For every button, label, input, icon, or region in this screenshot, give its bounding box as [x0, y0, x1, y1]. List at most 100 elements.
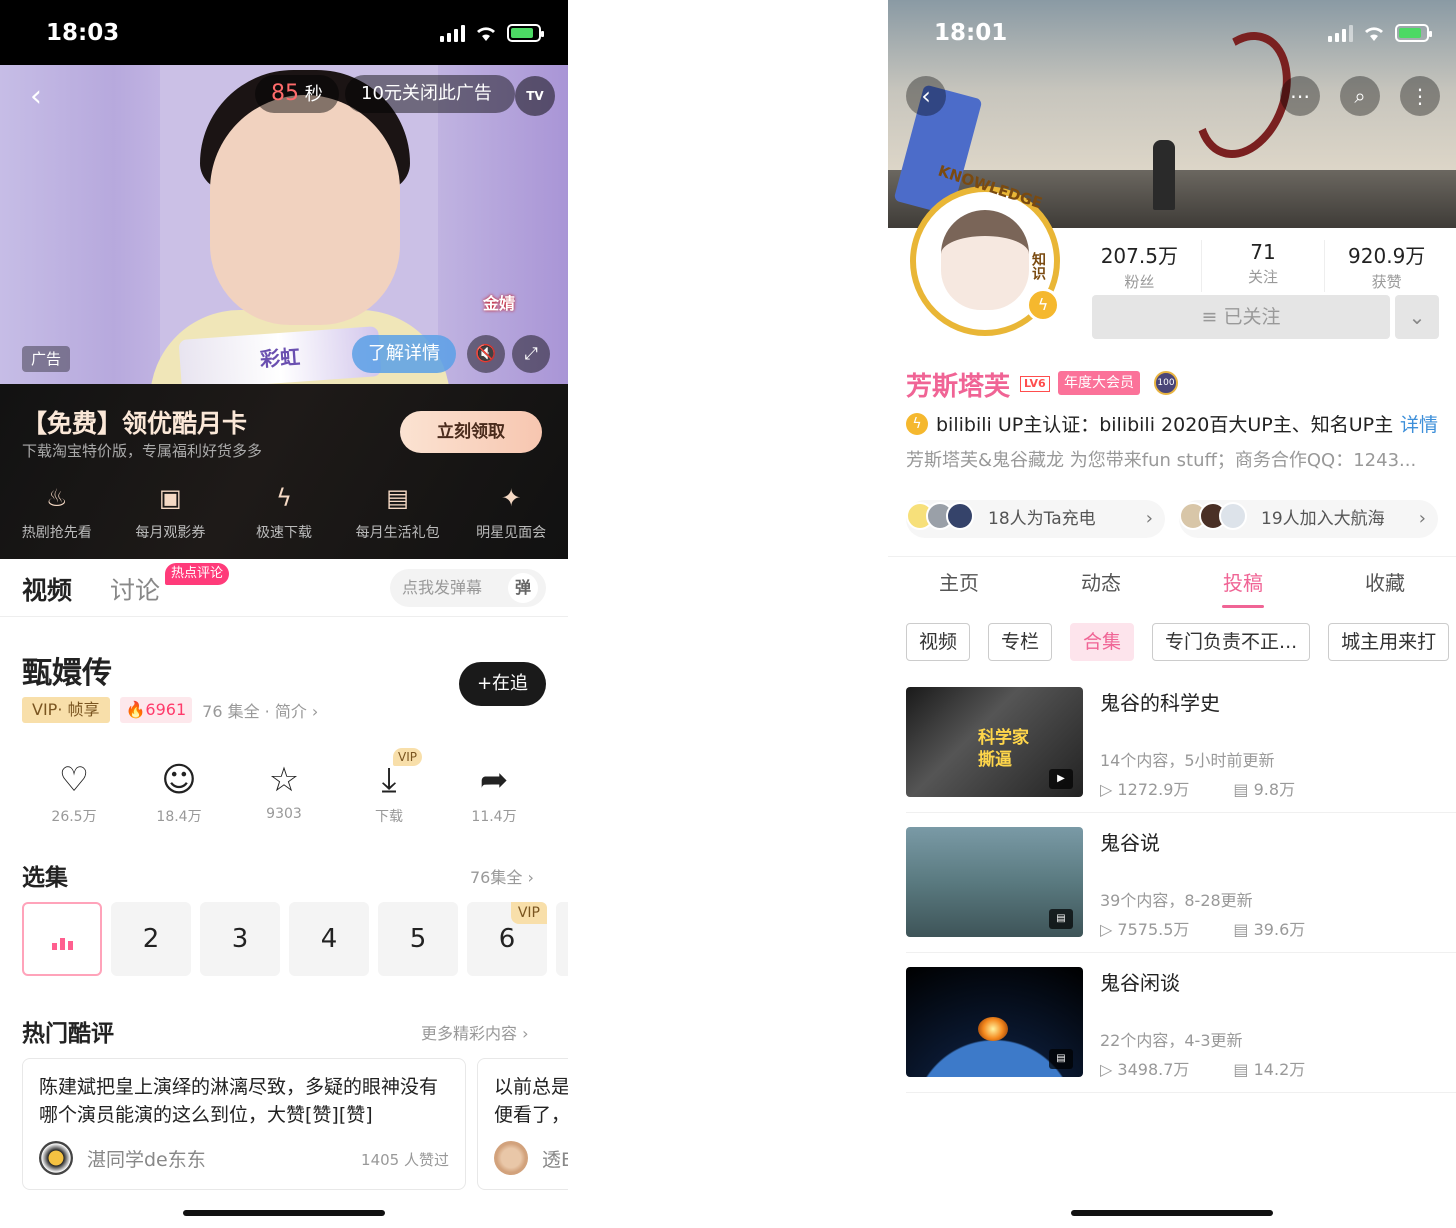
follow-show-button[interactable]: +在追	[459, 662, 546, 706]
playing-icon	[52, 938, 73, 950]
chevron-right-icon: ›	[1145, 508, 1153, 529]
review-user: 透E	[542, 1149, 568, 1171]
tab-home[interactable]: 主页	[888, 557, 1030, 612]
bio[interactable]: 芳斯塔芙&鬼谷藏龙 为您带来fun stuff；商务合作QQ：1243...	[906, 446, 1416, 472]
close-ad-button[interactable]: 10元关闭此广告	[345, 75, 515, 113]
hot-comment-badge: 热点评论	[165, 563, 230, 585]
star-icon: ☆	[268, 760, 300, 800]
collection-item[interactable]: 科学家撕逼 ▶ 鬼谷的科学史 14个内容，5小时前更新 ▷ 1272.9万 ▤ …	[906, 687, 1456, 799]
chip-video[interactable]: 视频	[906, 623, 971, 661]
home-indicator	[183, 1210, 385, 1216]
download-button[interactable]: VIP ⤓ 下载	[337, 748, 441, 826]
play-icon: ▤	[1049, 1049, 1073, 1069]
verification-row: ϟ bilibili UP主认证：bilibili 2020百大UP主、知名UP…	[906, 410, 1438, 437]
perk-item[interactable]: ✦ 明星见面会	[454, 482, 568, 542]
ad-video-player[interactable]: 彩虹 金婧 ‹ 85 秒 10元关闭此广告 TV 广告 了解详情 🔇 ⤢	[0, 65, 568, 384]
action-bar: ♡ 26.5万 ☺ 18.4万 ☆ 9303 VIP ⤓ 下载 ➦ 11.4万	[22, 748, 546, 826]
all-episodes-link[interactable]: 76集全 ›	[470, 864, 534, 888]
tv-cast-icon[interactable]: TV	[515, 76, 555, 116]
episode-item[interactable]: 6 VIP	[467, 902, 547, 976]
vip-promo-banner[interactable]: 【免费】领优酷月卡 下载淘宝特价版，专属福利好货多多 立刻领取 ♨ 热剧抢先看 ▣…	[0, 384, 568, 559]
vip-badge: VIP	[393, 748, 422, 766]
collection-thumbnail: 科学家撕逼 ▶	[906, 687, 1083, 797]
review-card[interactable]: 以前总是便看了， 透E	[477, 1058, 568, 1190]
review-likes: 1405 人赞过	[361, 1151, 449, 1169]
avatar	[494, 1141, 528, 1175]
signal-icon	[440, 24, 465, 42]
verification-detail-link[interactable]: 详情	[1400, 410, 1438, 437]
play-icon: ▶	[1049, 769, 1073, 789]
gift-icon: ▤	[386, 484, 409, 512]
fullscreen-icon[interactable]: ⤢	[512, 335, 550, 373]
vip-tag: VIP· 帧享	[22, 697, 110, 723]
perk-item[interactable]: ▤ 每月生活礼包	[341, 482, 455, 542]
play-count-icon: ▷	[1100, 1060, 1113, 1079]
content-tabs: 视频 讨论 热点评论 点我发弹幕 弹	[0, 559, 568, 617]
episode-item[interactable]: 3	[200, 902, 280, 976]
learn-more-button[interactable]: 了解详情	[352, 335, 456, 373]
more-reviews-link[interactable]: 更多精彩内容 ›	[421, 1020, 529, 1044]
perk-item[interactable]: ♨ 热剧抢先看	[0, 482, 114, 542]
collection-item[interactable]: ▤ 鬼谷说 39个内容，8-28更新 ▷ 7575.5万 ▤ 39.6万	[906, 827, 1456, 939]
wifi-icon	[1365, 27, 1383, 41]
tab-video[interactable]: 视频	[22, 571, 72, 607]
vip-badge[interactable]: 年度大会员	[1058, 371, 1140, 395]
uploader-name: 芳斯塔芙	[906, 372, 1011, 402]
vip-badge: VIP	[510, 902, 547, 924]
collection-title: 鬼谷的科学史	[1100, 691, 1220, 715]
fleet-supporters[interactable]: 19人加入大航海 ›	[1179, 500, 1438, 538]
play-count-icon: ▷	[1100, 920, 1113, 939]
flame-icon: 🔥	[125, 700, 146, 719]
tab-dynamics[interactable]: 动态	[1030, 557, 1172, 612]
episode-item[interactable]	[556, 902, 568, 976]
charge-supporters[interactable]: 18人为Ta充电 ›	[906, 500, 1165, 538]
episode-item[interactable]: 2	[111, 902, 191, 976]
followed-button[interactable]: ≡ 已关注	[1092, 295, 1390, 339]
video-person	[210, 95, 400, 325]
show-info-link[interactable]: 76 集全 · 简介 ›	[202, 698, 318, 722]
profile-tabs: 主页 动态 投稿 收藏	[888, 556, 1456, 612]
perk-item[interactable]: ▣ 每月观影券	[114, 482, 228, 542]
perk-list: ♨ 热剧抢先看 ▣ 每月观影券 ϟ 极速下载 ▤ 每月生活礼包 ✦ 明星见面会	[0, 482, 568, 542]
message-icon[interactable]: ⋯	[1280, 76, 1320, 116]
collection-item[interactable]: ▤ 鬼谷闲谈 22个内容，4-3更新 ▷ 3498.7万 ▤ 14.2万	[906, 967, 1456, 1079]
tab-uploads[interactable]: 投稿	[1172, 557, 1314, 612]
chip-column[interactable]: 专栏	[988, 623, 1053, 661]
more-options-icon[interactable]: ⋮	[1400, 76, 1440, 116]
home-indicator	[1071, 1210, 1273, 1216]
following-stat[interactable]: 71 关注	[1202, 240, 1326, 292]
back-icon[interactable]: ‹	[30, 79, 42, 114]
status-bar: 18:03	[0, 0, 568, 65]
episode-item[interactable]: 5	[378, 902, 458, 976]
fans-stat[interactable]: 207.5万 粉丝	[1078, 240, 1202, 292]
favorite-button[interactable]: ☆ 9303	[232, 758, 336, 826]
tab-discussion[interactable]: 讨论	[110, 571, 160, 607]
chevron-down-icon[interactable]: ⌄	[1395, 295, 1439, 339]
avatar	[39, 1141, 73, 1175]
mute-icon[interactable]: 🔇	[467, 335, 505, 373]
danmu-toggle-icon[interactable]: 弹	[508, 573, 538, 603]
like-button[interactable]: ♡ 26.5万	[22, 758, 126, 826]
share-button[interactable]: ➦ 11.4万	[442, 758, 546, 826]
medal-icon[interactable]: 100	[1154, 371, 1178, 395]
perk-item[interactable]: ϟ 极速下载	[227, 482, 341, 542]
episode-item[interactable]: 4	[289, 902, 369, 976]
collection-thumbnail: ▤	[906, 967, 1083, 1077]
tab-favorites[interactable]: 收藏	[1314, 557, 1456, 612]
back-icon[interactable]: ‹	[906, 76, 946, 116]
collection-info: 22个内容，4-3更新	[1100, 1031, 1243, 1050]
chip-collection[interactable]: 合集	[1070, 623, 1135, 661]
avatar	[946, 502, 974, 530]
review-card[interactable]: 陈建斌把皇上演绎的淋漓尽致，多疑的眼神没有哪个演员能演的这么到位，大赞[赞][赞…	[22, 1058, 466, 1190]
collection-thumbnail: ▤	[906, 827, 1083, 937]
comment-button[interactable]: ☺ 18.4万	[127, 758, 231, 826]
claim-button[interactable]: 立刻领取	[400, 411, 542, 453]
search-icon[interactable]: ⌕	[1340, 76, 1380, 116]
episode-playing[interactable]	[22, 902, 102, 976]
chip-series[interactable]: 专门负责不正...	[1152, 623, 1311, 661]
avatar[interactable]: KNOWLEDGE 知识 ϟ	[910, 162, 1060, 336]
ad-label: 广告	[22, 346, 70, 372]
status-time: 18:01	[934, 20, 1008, 46]
danmu-input[interactable]: 点我发弹幕 弹	[390, 569, 546, 607]
chip-series[interactable]: 城主用来打	[1328, 623, 1450, 661]
